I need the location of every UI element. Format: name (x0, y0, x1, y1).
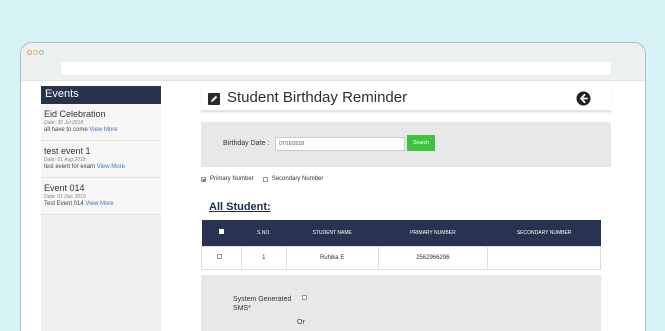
event-item: test event 1 Date: 01 Aug 2018 test even… (41, 141, 161, 178)
event-date: Date: 01 Dec 2019 (44, 194, 86, 200)
event-title: Event 014 (44, 183, 85, 193)
event-item: Event 014 Date: 01 Dec 2019 Test Event 0… (41, 178, 161, 215)
table-row: 1 Ruhika E 2562966296 (201, 245, 601, 270)
secondary-number-option[interactable]: Secondary Number (262, 176, 324, 182)
events-sidebar: Events Eid Celebration Date: 30 Jul 2018… (41, 86, 161, 331)
system-sms-label: System Generated SMS* (233, 295, 292, 312)
window-controls (27, 50, 44, 55)
student-name-cell: Ruhika E (285, 245, 379, 270)
event-description: all have to come View More (44, 127, 158, 133)
primary-number-label: Primary Number (210, 176, 254, 182)
secondary-number-checkbox[interactable] (262, 176, 268, 182)
main-panel: Student Birthday Reminder Birthday Date … (201, 86, 611, 331)
back-arrow-icon[interactable] (576, 91, 591, 106)
edit-icon (208, 93, 220, 105)
view-more-link[interactable]: View More (85, 201, 113, 207)
page-content: Events Eid Celebration Date: 30 Jul 2018… (21, 81, 645, 331)
birthday-date-label: Birthday Date : (223, 140, 270, 147)
page-title: Student Birthday Reminder (227, 89, 408, 106)
or-separator: Or (297, 318, 305, 326)
view-more-link[interactable]: View More (97, 164, 125, 170)
event-description-text: all have to come (44, 127, 88, 133)
row-select-cell (201, 245, 242, 270)
birthday-filter: Birthday Date : Search (201, 122, 611, 167)
system-sms-checkbox[interactable] (302, 294, 307, 300)
event-date: Date: 30 Jul 2018 (44, 120, 84, 126)
view-more-link[interactable]: View More (89, 127, 117, 133)
event-item: Eid Celebration Date: 30 Jul 2018 all ha… (41, 104, 161, 141)
primary-number-option[interactable]: Primary Number (201, 176, 254, 182)
search-button[interactable]: Search (407, 135, 435, 151)
table-header-row: S.NO. STUDENT NAME PRIMARY NUMBER SECOND… (201, 220, 601, 246)
select-all-cell (202, 220, 242, 246)
minimize-dot-icon[interactable] (33, 50, 38, 55)
address-bar[interactable] (61, 62, 611, 75)
primary-number-cell: 2562966296 (377, 245, 489, 270)
browser-window: Events Eid Celebration Date: 30 Jul 2018… (20, 42, 646, 331)
column-header: S.NO. (257, 229, 271, 236)
number-options: Primary Number Secondary Number (201, 176, 611, 182)
birthday-date-input[interactable] (275, 137, 405, 151)
student-table: S.NO. STUDENT NAME PRIMARY NUMBER SECOND… (201, 220, 601, 270)
secondary-number-cell (487, 245, 601, 270)
serial-number-cell: 1 (240, 245, 287, 270)
column-header: STUDENT NAME (312, 229, 352, 236)
event-description: Test Event 014 View More (44, 201, 158, 207)
maximize-dot-icon[interactable] (39, 50, 44, 55)
sms-panel: System Generated SMS* Or (201, 274, 601, 331)
section-title: All Student: (209, 201, 271, 213)
event-description-text: Test Event 014 (44, 201, 84, 207)
event-title: test event 1 (44, 146, 91, 156)
secondary-number-label: Secondary Number (271, 176, 324, 182)
column-header: PRIMARY NUMBER (410, 229, 456, 236)
event-description-text: test event for exam (44, 164, 96, 170)
event-title: Eid Celebration (44, 109, 106, 119)
browser-chrome (21, 43, 645, 81)
row-checkbox[interactable] (216, 254, 222, 259)
page-header: Student Birthday Reminder (201, 86, 611, 112)
primary-number-checkbox[interactable] (201, 176, 206, 182)
event-description: test event for exam View More (44, 164, 158, 170)
select-all-checkbox[interactable] (218, 229, 224, 235)
column-header: SECONDARY NUMBER (516, 229, 572, 236)
event-date: Date: 01 Aug 2018 (44, 157, 86, 163)
events-heading: Events (41, 86, 161, 104)
close-dot-icon[interactable] (27, 50, 32, 55)
